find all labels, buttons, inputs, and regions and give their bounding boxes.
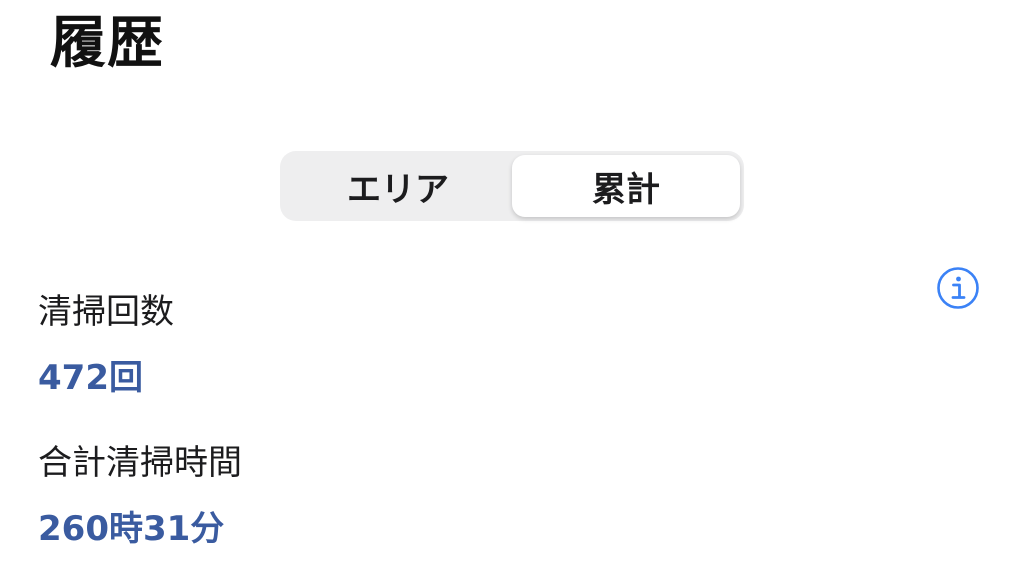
tab-cumulative[interactable]: 累計 — [512, 155, 740, 217]
total-cleaning-time-value: 260時31分 — [38, 509, 225, 549]
info-button[interactable] — [936, 266, 980, 310]
view-segmented-control: エリア 累計 — [280, 151, 744, 221]
info-circle-icon — [937, 267, 979, 309]
tab-area[interactable]: エリア — [284, 155, 512, 217]
cleaning-count-label: 清掃回数 — [38, 292, 174, 332]
page-title: 履歴 — [50, 11, 164, 76]
cleaning-count-value: 472回 — [38, 358, 143, 398]
total-cleaning-time-label: 合計清掃時間 — [38, 443, 242, 483]
